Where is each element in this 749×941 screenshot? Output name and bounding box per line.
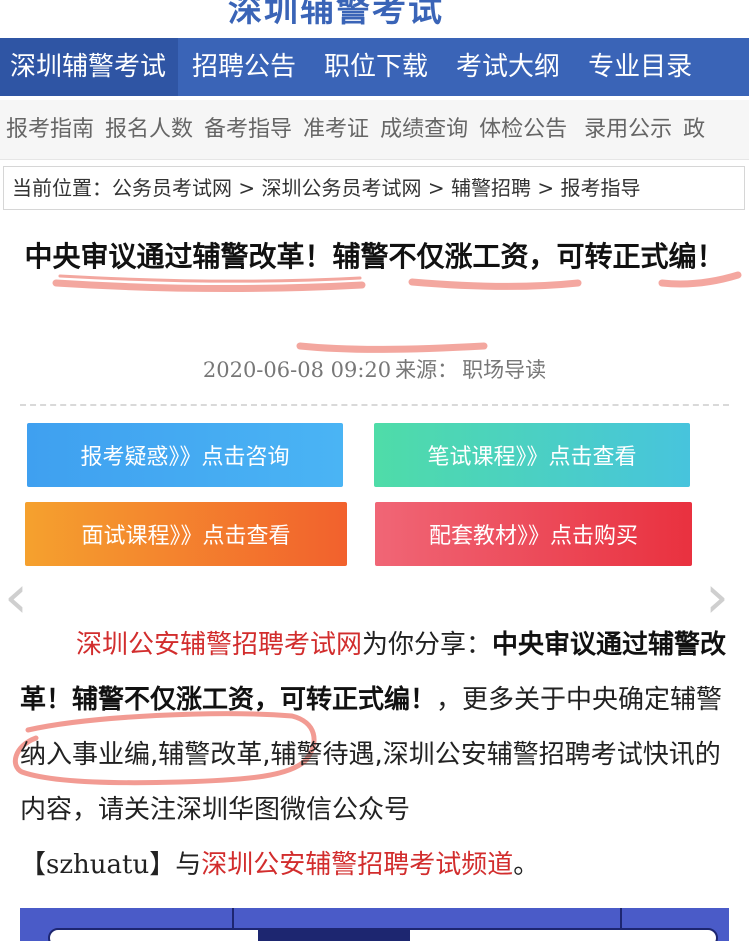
publish-date: 2020-06-08 09:20 bbox=[202, 358, 392, 382]
article-text: 。 bbox=[513, 850, 540, 880]
consult-button[interactable]: 报考疑惑》》点击咨询 bbox=[27, 423, 343, 487]
sub-nav-item[interactable]: 政 bbox=[677, 100, 710, 159]
breadcrumb-link[interactable]: 深圳公务员考试网 bbox=[261, 176, 421, 200]
breadcrumb-link[interactable]: 辅警招聘 bbox=[451, 176, 531, 200]
sub-nav-item[interactable]: 报名人数 bbox=[99, 100, 198, 159]
breadcrumb: 当前位置：公务员考试网 > 深圳公务员考试网 > 辅警招聘 > 报考指导 bbox=[3, 166, 745, 210]
nav-item-home[interactable]: 深圳辅警考试 bbox=[0, 38, 179, 96]
article-text: 为你分享： bbox=[362, 630, 493, 660]
article-body: 深圳公安辅警招聘考试网为你分享：中央审议通过辅警改革！辅警不仅涨工资，可转正式编… bbox=[20, 618, 728, 893]
source-name: 职场导读 bbox=[462, 358, 547, 382]
article-text: 与 bbox=[175, 850, 202, 880]
site-logo[interactable]: 深圳辅警考试 bbox=[0, 0, 749, 38]
sub-nav-item[interactable]: 备考指导 bbox=[198, 100, 297, 159]
interview-course-button[interactable]: 面试课程》》点击查看 bbox=[25, 502, 347, 566]
breadcrumb-separator: > bbox=[530, 176, 561, 200]
highlight-stroke bbox=[52, 279, 366, 293]
written-course-button[interactable]: 笔试课程》》点击查看 bbox=[374, 423, 690, 487]
highlight-stroke bbox=[296, 342, 488, 353]
wechat-id: 【szhuatu】 bbox=[20, 850, 176, 880]
article-link[interactable]: 深圳公安辅警招聘考试频道 bbox=[201, 850, 513, 880]
sub-nav-item[interactable]: 准考证 bbox=[297, 100, 374, 159]
article-link[interactable]: 深圳公安辅警招聘考试网 bbox=[76, 630, 362, 660]
nav-item-major-catalog[interactable]: 专业目录 bbox=[574, 38, 706, 96]
breadcrumb-separator: > bbox=[232, 176, 262, 200]
highlight-stroke bbox=[408, 278, 582, 290]
banner-tag bbox=[258, 930, 410, 941]
source-label: 来源： bbox=[395, 358, 459, 382]
promo-banner-image[interactable] bbox=[20, 908, 729, 941]
sub-nav-item[interactable]: 报考指南 bbox=[0, 100, 99, 159]
breadcrumb-separator: > bbox=[421, 176, 451, 200]
nav-item-position-download[interactable]: 职位下载 bbox=[310, 38, 442, 96]
site-logo-text: 深圳辅警考试 bbox=[228, 0, 444, 30]
breadcrumb-prefix: 当前位置： bbox=[12, 176, 112, 200]
article-meta: 2020-06-08 09:20 来源： 职场导读 bbox=[0, 354, 749, 384]
sub-nav-item[interactable]: 体检公告 bbox=[473, 100, 572, 159]
nav-item-announcements[interactable]: 招聘公告 bbox=[178, 38, 310, 96]
sub-nav-item[interactable]: 成绩查询 bbox=[374, 100, 473, 159]
main-nav: 深圳辅警考试 招聘公告 职位下载 考试大纲 专业目录 bbox=[0, 38, 749, 96]
sub-nav-item[interactable]: 录用公示 bbox=[572, 100, 677, 159]
sub-nav: 报考指南 报名人数 备考指导 准考证 成绩查询 体检公告 录用公示 政 bbox=[0, 100, 749, 160]
breadcrumb-link[interactable]: 公务员考试网 bbox=[112, 176, 232, 200]
nav-item-exam-syllabus[interactable]: 考试大纲 bbox=[442, 38, 574, 96]
breadcrumb-current[interactable]: 报考指导 bbox=[560, 176, 640, 200]
buy-materials-button[interactable]: 配套教材》》点击购买 bbox=[375, 502, 692, 566]
divider bbox=[20, 404, 729, 406]
article-title: 中央审议通过辅警改革！辅警不仅涨工资，可转正式编！ bbox=[24, 240, 725, 273]
